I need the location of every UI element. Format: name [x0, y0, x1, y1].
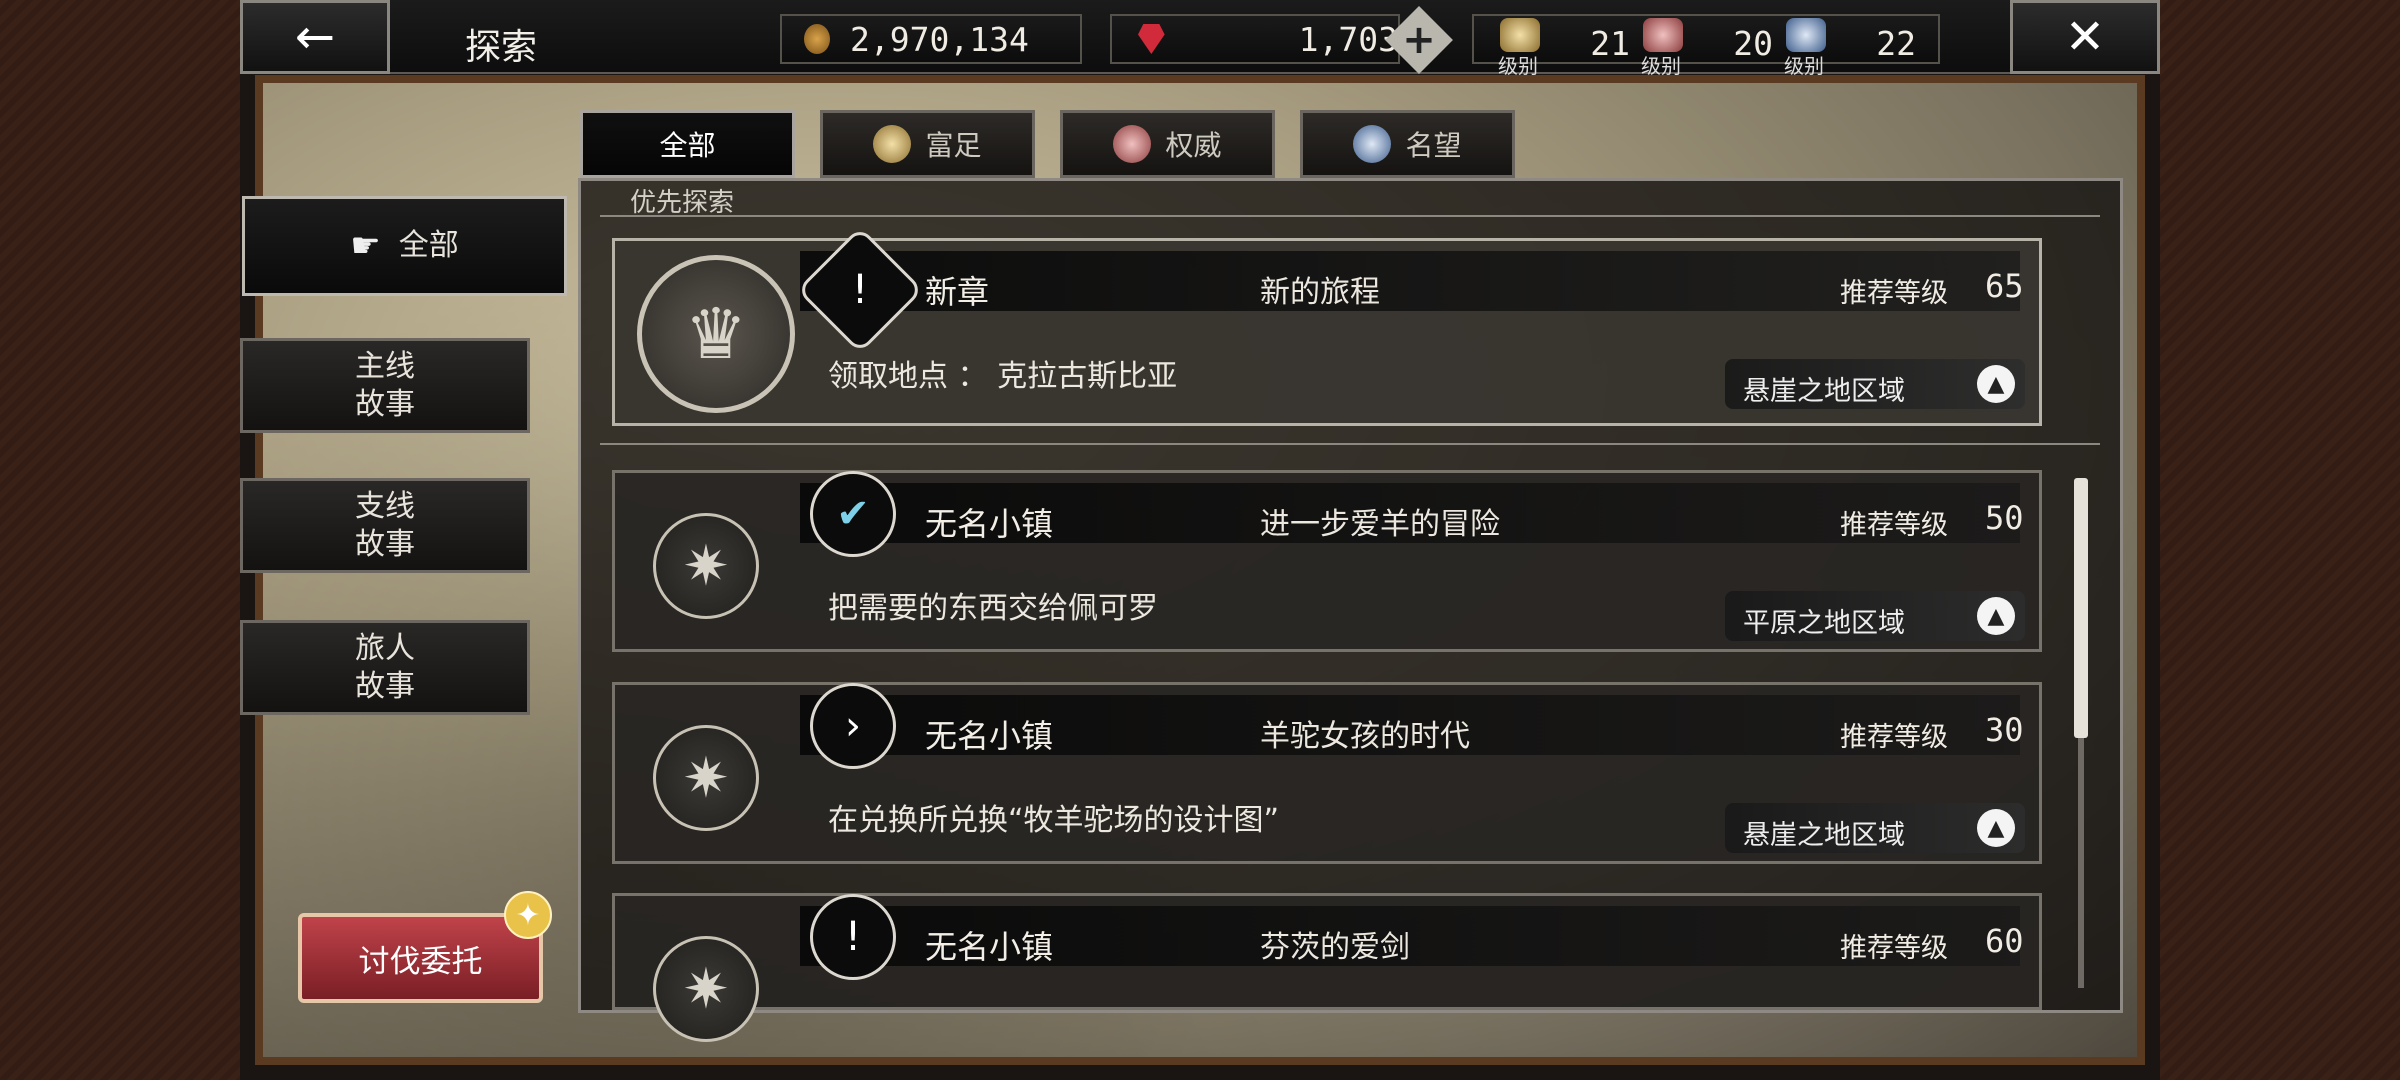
tab-all[interactable]: 全部	[580, 110, 795, 178]
coin-value: 2,970,134	[850, 19, 1029, 59]
wealth-icon	[1500, 18, 1540, 52]
quest-title: 进一步爱羊的冒险	[1260, 507, 1500, 542]
region-tag: 悬崖之地区域 ▲	[1725, 359, 2025, 409]
sidebar-item-main-story[interactable]: 主线 故事	[240, 338, 530, 433]
quest-title: 新的旅程	[1260, 275, 1380, 310]
sidebar-item-traveler-story[interactable]: 旅人 故事	[240, 620, 530, 715]
rank-label: 级别	[1641, 54, 1681, 78]
exclamation-badge-icon: !	[810, 894, 896, 980]
recommend-label: 推荐等级	[1840, 278, 1948, 309]
power-icon	[1113, 125, 1152, 163]
recommend-label: 推荐等级	[1840, 933, 1948, 964]
tab-power[interactable]: 权威	[1060, 110, 1275, 178]
gem-icon	[1138, 24, 1165, 54]
sparkle-icon: ✦	[504, 891, 552, 939]
power-rank: 级别 20	[1641, 18, 1773, 78]
recommend-level: 65	[1985, 267, 2024, 305]
pointing-hand-icon: ☛	[350, 225, 381, 266]
compass-star-icon: ✷	[653, 513, 759, 619]
quest-card[interactable]: ✷ ! 无名小镇 芬茨的爱剑 推荐等级 60	[612, 893, 2042, 1042]
tab-wealth[interactable]: 富足	[820, 110, 1035, 178]
compass-star-icon: ✷	[653, 936, 759, 1042]
page-title: 探索	[465, 27, 538, 68]
wealth-icon	[873, 125, 912, 163]
region-name: 悬崖之地区域	[1743, 376, 1905, 407]
checkmark-badge-icon: ✔	[810, 471, 896, 557]
wealth-rank: 级别 21	[1498, 18, 1630, 78]
close-icon: ✕	[2064, 9, 2106, 65]
close-button[interactable]: ✕	[2010, 0, 2160, 74]
quest-location: 无名小镇	[925, 717, 1054, 755]
tab-label: 全部	[659, 129, 716, 162]
fame-icon	[1353, 125, 1392, 163]
region-tag: 平原之地区域 ▲	[1725, 591, 2025, 641]
quest-description: 在兑换所兑换“牧羊驼场的设计图”	[828, 803, 1280, 838]
mountain-icon: ▲	[1977, 809, 2015, 847]
gem-value: 1,703	[1298, 19, 1398, 59]
fame-icon	[1786, 18, 1826, 52]
gem-counter: 1,703	[1110, 14, 1400, 64]
tab-fame[interactable]: 名望	[1300, 110, 1515, 178]
quest-location: 无名小镇	[925, 928, 1054, 966]
rank-label: 级别	[1784, 54, 1824, 78]
mountain-icon: ▲	[1977, 365, 2015, 403]
back-button[interactable]: ←	[240, 0, 390, 74]
back-arrow-icon: ←	[294, 9, 336, 65]
priority-label: 优先探索	[630, 188, 735, 218]
mountain-icon: ▲	[1977, 597, 2015, 635]
right-background	[2160, 0, 2400, 1080]
quest-card[interactable]: ✷ ✔ 无名小镇 进一步爱羊的冒险 推荐等级 50 把需要的东西交给佩可罗 平原…	[612, 470, 2042, 652]
power-rank-value: 20	[1733, 24, 1773, 63]
add-gems-button[interactable]: +	[1385, 6, 1453, 74]
quest-title: 羊驼女孩的时代	[1260, 719, 1470, 754]
region-tag: 悬崖之地区域 ▲	[1725, 803, 2025, 853]
chevron-right-badge-icon: ›	[810, 683, 896, 769]
quest-location: 新章	[925, 273, 990, 311]
region-name: 悬崖之地区域	[1743, 820, 1905, 851]
section-divider	[600, 443, 2100, 445]
power-icon	[1643, 18, 1683, 52]
crest-emblem-icon: ♛	[637, 255, 795, 413]
tab-label: 名望	[1405, 129, 1462, 162]
left-background	[0, 0, 240, 1080]
fame-rank: 级别 22	[1784, 18, 1916, 78]
priority-divider	[600, 215, 2100, 217]
sidebar-item-all[interactable]: ☛ 全部	[242, 196, 567, 296]
fame-rank-value: 22	[1876, 24, 1916, 63]
recommend-label: 推荐等级	[1840, 722, 1948, 753]
rank-label: 级别	[1498, 54, 1538, 78]
quest-description: 领取地点 ： 克拉古斯比亚	[828, 359, 1178, 394]
quest-location: 无名小镇	[925, 505, 1054, 543]
quest-description: 把需要的东西交给佩可罗	[828, 591, 1158, 626]
plus-icon: +	[1402, 17, 1436, 63]
coin-icon	[804, 24, 830, 54]
region-name: 平原之地区域	[1743, 608, 1905, 639]
quest-card[interactable]: ✷ › 无名小镇 羊驼女孩的时代 推荐等级 30 在兑换所兑换“牧羊驼场的设计图…	[612, 682, 2042, 864]
coin-counter: 2,970,134	[780, 14, 1082, 64]
recommend-level: 50	[1985, 499, 2024, 537]
sidebar-item-side-story[interactable]: 支线 故事	[240, 478, 530, 573]
wealth-rank-value: 21	[1590, 24, 1630, 63]
recommend-label: 推荐等级	[1840, 510, 1948, 541]
recommend-level: 60	[1985, 922, 2024, 960]
scrollbar-thumb[interactable]	[2074, 478, 2088, 738]
quest-title: 芬茨的爱剑	[1260, 930, 1410, 965]
exclamation-badge-icon: !	[796, 226, 924, 354]
tab-label: 权威	[1165, 129, 1222, 162]
tab-label: 富足	[925, 129, 982, 162]
recommend-level: 30	[1985, 711, 2024, 749]
compass-star-icon: ✷	[653, 725, 759, 831]
sidebar-item-label: 全部	[398, 228, 459, 264]
quest-card[interactable]: ♛ ! 新章 新的旅程 推荐等级 65 领取地点 ： 克拉古斯比亚 悬崖之地区域…	[612, 226, 2042, 426]
